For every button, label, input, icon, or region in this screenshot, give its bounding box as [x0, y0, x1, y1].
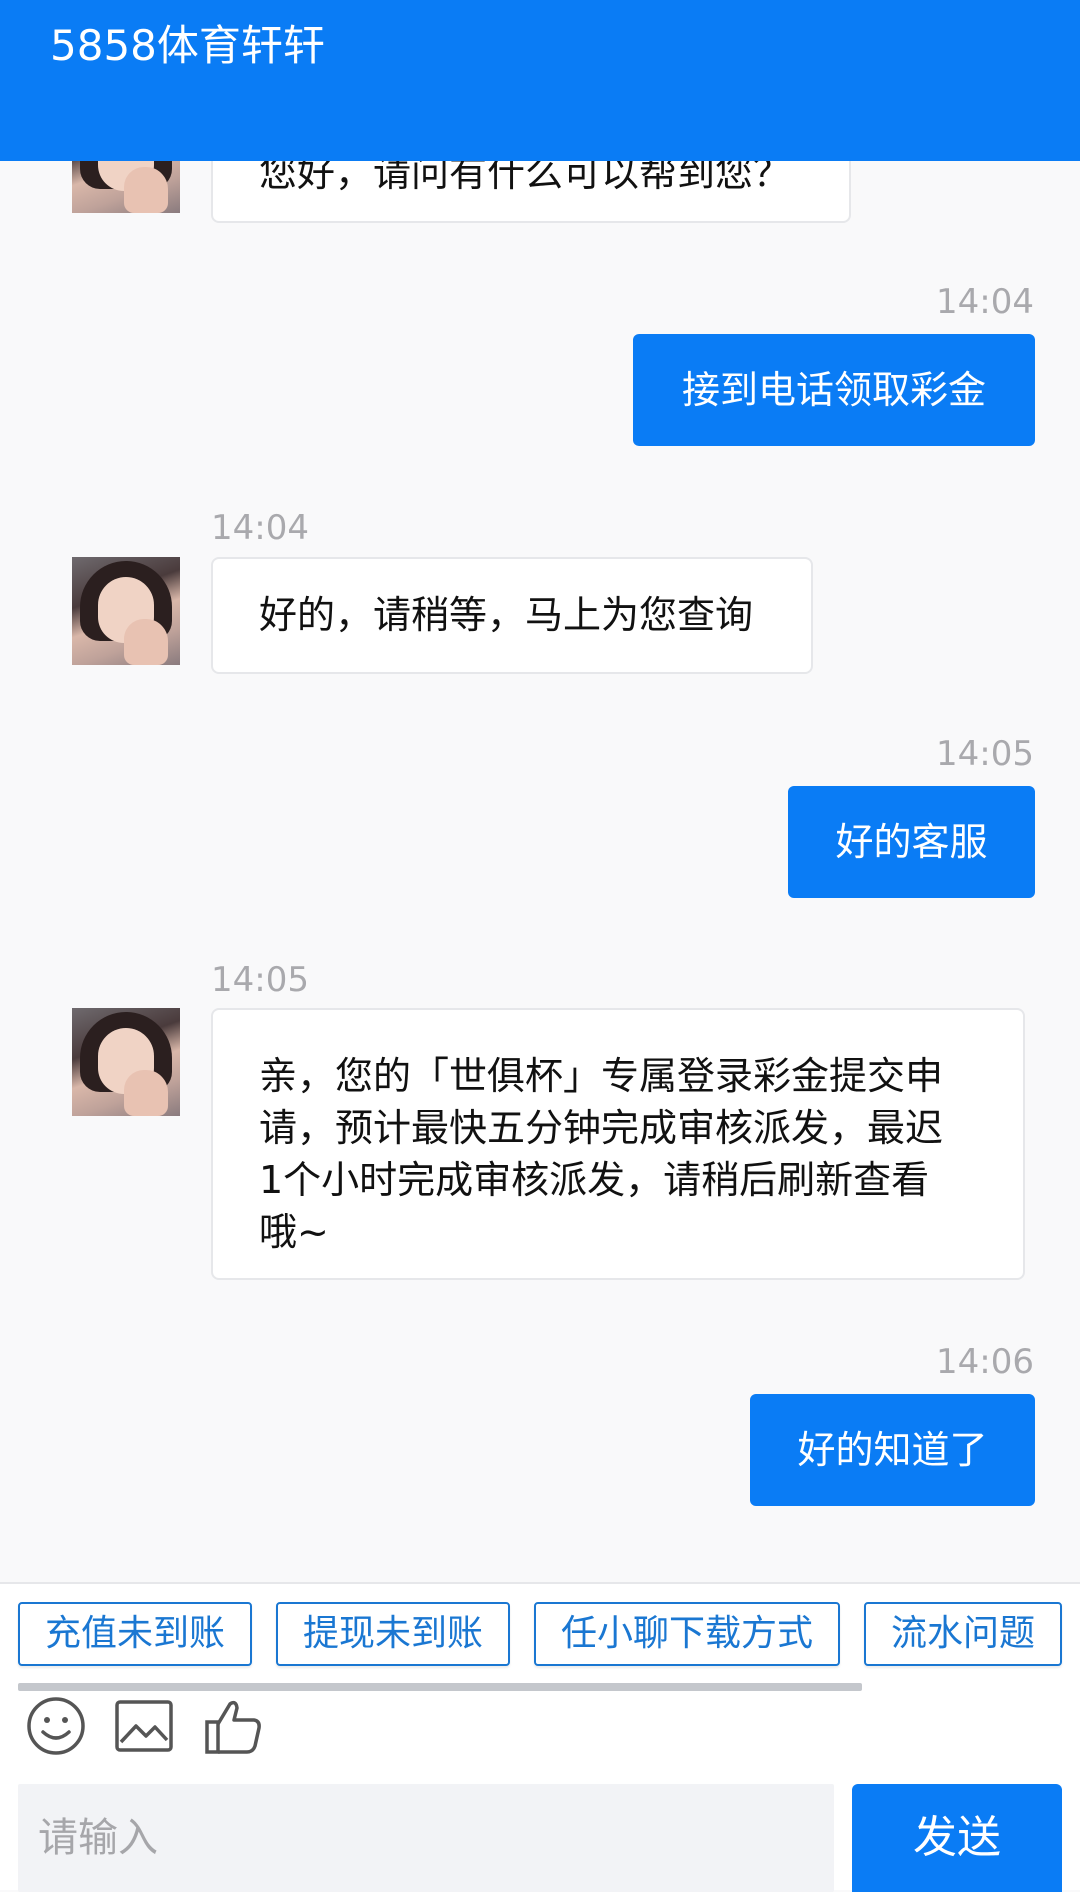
- agent-avatar: [72, 1008, 180, 1116]
- image-icon[interactable]: [112, 1694, 176, 1758]
- agent-message-bubble: 亲，您的「世俱杯」专属登录彩金提交申 请，预计最快五分钟完成审核派发，最迟 1个…: [211, 1008, 1025, 1280]
- message-timestamp: 14:06: [936, 1342, 1034, 1382]
- user-message-text: 好的客服: [835, 820, 988, 864]
- chat-title: 5858体育轩轩: [50, 21, 325, 70]
- composer-toolbar: [0, 1694, 1080, 1774]
- message-timestamp: 14:04: [211, 508, 309, 548]
- quick-reply-scrollbar[interactable]: [18, 1683, 862, 1691]
- message-timestamp: 14:04: [936, 282, 1034, 322]
- agent-message-line: 请，预计最快五分钟完成审核派发，最迟: [259, 1106, 944, 1150]
- send-button[interactable]: 发送: [852, 1784, 1062, 1892]
- composer-area: 充值未到账 提现未到账 任小聊下载方式 流水问题 发送: [0, 1582, 1080, 1892]
- agent-message-line: 1个小时完成审核派发，请稍后刷新查看: [259, 1158, 930, 1202]
- agent-message-line: 亲，您的「世俱杯」专属登录彩金提交申: [259, 1054, 944, 1098]
- user-message-bubble: 好的知道了: [750, 1394, 1035, 1506]
- message-timestamp: 14:05: [211, 960, 309, 1000]
- agent-message-text: 好的，请稍等，马上为您查询: [259, 593, 754, 637]
- quick-reply-button[interactable]: 充值未到账: [18, 1602, 252, 1666]
- chat-area[interactable]: 您好，请问有什么可以帮到您？ 14:04 接到电话领取彩金 14:04 好的，请…: [0, 0, 1080, 1582]
- agent-avatar: [72, 557, 180, 665]
- thumbs-up-icon[interactable]: [202, 1694, 266, 1758]
- quick-reply-button[interactable]: 流水问题: [864, 1602, 1062, 1666]
- user-message-text: 接到电话领取彩金: [681, 368, 986, 412]
- quick-reply-bar[interactable]: 充值未到账 提现未到账 任小聊下载方式 流水问题: [0, 1602, 1080, 1691]
- user-message-bubble: 好的客服: [788, 786, 1035, 898]
- agent-message-line: 哦~: [259, 1210, 329, 1254]
- quick-reply-button[interactable]: 任小聊下载方式: [534, 1602, 840, 1666]
- user-message-bubble: 接到电话领取彩金: [633, 334, 1035, 446]
- message-input[interactable]: [18, 1784, 834, 1892]
- quick-reply-button[interactable]: 提现未到账: [276, 1602, 510, 1666]
- app-header: 5858体育轩轩: [0, 0, 1080, 161]
- emoji-icon[interactable]: [24, 1694, 88, 1758]
- user-message-text: 好的知道了: [797, 1428, 988, 1472]
- message-timestamp: 14:05: [936, 734, 1034, 774]
- agent-message-bubble: 好的，请稍等，马上为您查询: [211, 557, 813, 674]
